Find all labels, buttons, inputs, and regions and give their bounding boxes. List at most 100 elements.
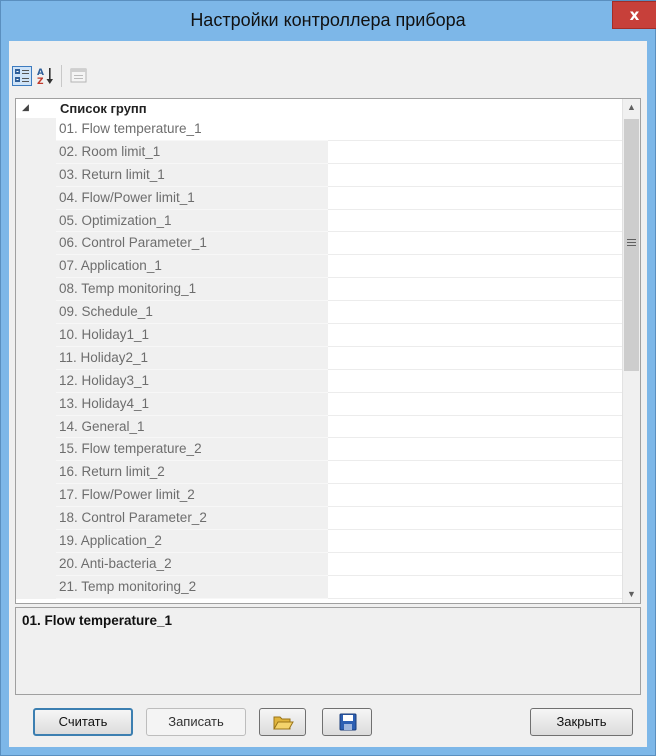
- property-value[interactable]: [328, 346, 622, 370]
- property-name[interactable]: 05. Optimization_1: [56, 209, 328, 233]
- property-value[interactable]: [328, 209, 622, 233]
- property-value[interactable]: [328, 438, 622, 462]
- row-margin: [16, 507, 56, 531]
- categorized-view-button[interactable]: [12, 66, 32, 86]
- open-folder-icon: [273, 716, 294, 730]
- property-row[interactable]: 11. Holiday2_1: [16, 346, 622, 370]
- property-name[interactable]: 03. Return limit_1: [56, 163, 328, 187]
- property-row[interactable]: 21. Temp monitoring_2: [16, 575, 622, 599]
- close-window-button[interactable]: x: [612, 1, 656, 29]
- row-margin: [16, 392, 56, 416]
- property-row[interactable]: 18. Control Parameter_2: [16, 507, 622, 531]
- property-row[interactable]: 12. Holiday3_1: [16, 369, 622, 393]
- property-value[interactable]: [328, 530, 622, 553]
- property-row[interactable]: 13. Holiday4_1: [16, 392, 622, 416]
- property-name[interactable]: 15. Flow temperature_2: [56, 438, 328, 462]
- row-margin: [16, 140, 56, 164]
- property-name[interactable]: 09. Schedule_1: [56, 301, 328, 325]
- row-margin: [16, 438, 56, 462]
- row-margin: [16, 415, 56, 439]
- property-row[interactable]: 19. Application_2: [16, 530, 622, 553]
- property-value[interactable]: [328, 118, 622, 141]
- property-name[interactable]: 17. Flow/Power limit_2: [56, 484, 328, 508]
- property-value[interactable]: [328, 324, 622, 347]
- property-value[interactable]: [328, 140, 622, 164]
- property-value[interactable]: [328, 392, 622, 416]
- scroll-up-icon[interactable]: ▲: [623, 99, 640, 116]
- row-margin: [16, 369, 56, 393]
- property-row[interactable]: 09. Schedule_1: [16, 301, 622, 325]
- property-pages-button[interactable]: [69, 66, 89, 86]
- save-file-button[interactable]: [322, 708, 372, 736]
- property-name[interactable]: 14. General_1: [56, 415, 328, 439]
- vertical-scrollbar[interactable]: ▲ ▼: [622, 99, 640, 603]
- property-rows: 01. Flow temperature_1 02. Room limit_1 03…: [16, 118, 622, 599]
- property-name[interactable]: 08. Temp monitoring_1: [56, 278, 328, 302]
- property-value[interactable]: [328, 278, 622, 302]
- close-dialog-button[interactable]: Закрыть: [530, 708, 633, 736]
- property-value[interactable]: [328, 575, 622, 599]
- property-value[interactable]: [328, 163, 622, 187]
- property-row[interactable]: 04. Flow/Power limit_1: [16, 186, 622, 210]
- property-value[interactable]: [328, 461, 622, 485]
- property-row[interactable]: 03. Return limit_1: [16, 163, 622, 187]
- property-name[interactable]: 12. Holiday3_1: [56, 369, 328, 393]
- read-button[interactable]: Считать: [33, 708, 133, 736]
- categorized-view-icon: [15, 69, 29, 82]
- floppy-disk-icon: [339, 713, 357, 731]
- property-value[interactable]: [328, 186, 622, 210]
- property-row[interactable]: 05. Optimization_1: [16, 209, 622, 233]
- property-name[interactable]: 11. Holiday2_1: [56, 346, 328, 370]
- property-row[interactable]: 01. Flow temperature_1: [16, 118, 622, 141]
- property-value[interactable]: [328, 369, 622, 393]
- property-row[interactable]: 07. Application_1: [16, 255, 622, 279]
- property-value[interactable]: [328, 232, 622, 256]
- row-margin: [16, 530, 56, 553]
- close-icon: x: [629, 6, 640, 24]
- property-row[interactable]: 02. Room limit_1: [16, 140, 622, 164]
- property-name[interactable]: 10. Holiday1_1: [56, 324, 328, 347]
- collapse-arrow-icon[interactable]: ◢: [22, 102, 29, 113]
- property-name[interactable]: 01. Flow temperature_1: [56, 118, 328, 141]
- property-name[interactable]: 16. Return limit_2: [56, 461, 328, 485]
- row-margin: [16, 278, 56, 302]
- property-row[interactable]: 15. Flow temperature_2: [16, 438, 622, 462]
- property-row[interactable]: 16. Return limit_2: [16, 461, 622, 485]
- row-margin: [16, 346, 56, 370]
- property-name[interactable]: 04. Flow/Power limit_1: [56, 186, 328, 210]
- property-grid[interactable]: ◢ Список групп 01. Flow temperature_1 02.…: [15, 98, 641, 604]
- property-row[interactable]: 08. Temp monitoring_1: [16, 278, 622, 302]
- category-header[interactable]: ◢ Список групп: [16, 99, 622, 118]
- property-row[interactable]: 10. Holiday1_1: [16, 324, 622, 347]
- property-row[interactable]: 14. General_1: [16, 415, 622, 439]
- property-row[interactable]: 17. Flow/Power limit_2: [16, 484, 622, 508]
- property-name[interactable]: 20. Anti-bacteria_2: [56, 552, 328, 576]
- property-value[interactable]: [328, 507, 622, 531]
- property-grid-toolbar: A Z: [9, 41, 647, 93]
- property-name[interactable]: 19. Application_2: [56, 530, 328, 553]
- property-name[interactable]: 07. Application_1: [56, 255, 328, 279]
- property-value[interactable]: [328, 255, 622, 279]
- property-name[interactable]: 18. Control Parameter_2: [56, 507, 328, 531]
- property-name[interactable]: 21. Temp monitoring_2: [56, 575, 328, 599]
- category-label: Список групп: [60, 101, 147, 116]
- property-value[interactable]: [328, 415, 622, 439]
- property-value[interactable]: [328, 484, 622, 508]
- scrollbar-thumb[interactable]: [624, 119, 639, 371]
- row-margin: [16, 232, 56, 256]
- scroll-down-icon[interactable]: ▼: [623, 586, 640, 603]
- dialog-client-area: A Z ◢ Список групп 01. Flow temperature_…: [9, 41, 647, 747]
- row-margin: [16, 118, 56, 141]
- open-file-button[interactable]: [259, 708, 306, 736]
- property-value[interactable]: [328, 552, 622, 576]
- alphabetical-sort-button[interactable]: A Z: [36, 66, 56, 86]
- title-bar[interactable]: Настройки контроллера прибора: [1, 1, 655, 41]
- property-row[interactable]: 06. Control Parameter_1: [16, 232, 622, 256]
- property-row[interactable]: 20. Anti-bacteria_2: [16, 552, 622, 576]
- row-margin: [16, 301, 56, 325]
- property-name[interactable]: 06. Control Parameter_1: [56, 232, 328, 256]
- property-name[interactable]: 13. Holiday4_1: [56, 392, 328, 416]
- property-value[interactable]: [328, 301, 622, 325]
- property-name[interactable]: 02. Room limit_1: [56, 140, 328, 164]
- write-button[interactable]: Записать: [146, 708, 246, 736]
